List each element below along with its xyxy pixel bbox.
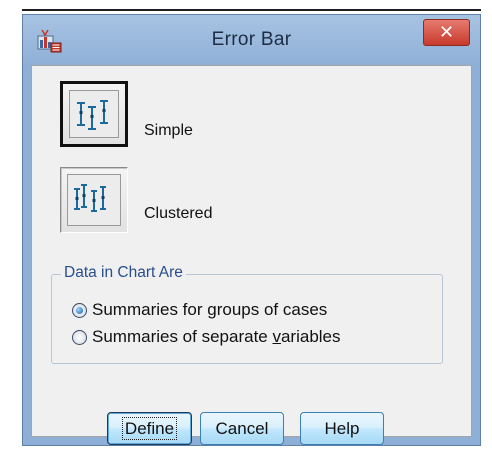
define-button[interactable]: Define <box>107 412 192 445</box>
simple-label: Simple <box>144 122 193 139</box>
simple-error-bar-icon <box>77 100 108 130</box>
group-legend: Data in Chart Are <box>61 264 186 282</box>
simple-chart-button[interactable] <box>60 81 128 147</box>
clustered-chart-button[interactable] <box>60 167 128 233</box>
error-bar-dialog: Error Bar ✕ Simple Clustered Data in Cha… <box>22 14 481 446</box>
clustered-error-bar-icon <box>74 184 106 212</box>
clustered-label: Clustered <box>144 205 213 222</box>
title-bar[interactable]: Error Bar ✕ <box>23 15 480 65</box>
top-rule <box>22 9 481 11</box>
radio-summaries-variables-label: Summaries of separate variables <box>92 327 341 346</box>
define-button-label: Define <box>121 417 178 440</box>
radio-button-checked[interactable] <box>72 303 87 318</box>
radio-button-unchecked[interactable] <box>72 330 87 345</box>
cancel-button-label: Cancel <box>215 419 269 438</box>
dialog-body: Simple Clustered Data in Chart Are Summa… <box>31 65 472 445</box>
close-button[interactable]: ✕ <box>423 19 470 46</box>
radio-summaries-groups-label: Summaries for groups of cases <box>92 300 328 319</box>
close-icon: ✕ <box>438 22 455 42</box>
help-button-label: Help <box>324 419 360 438</box>
cancel-button[interactable]: Cancel <box>200 412 284 445</box>
window-title: Error Bar <box>211 29 292 50</box>
help-button[interactable]: Help <box>300 412 384 445</box>
data-in-chart-group: Data in Chart Are Summaries for groups o… <box>51 264 443 364</box>
